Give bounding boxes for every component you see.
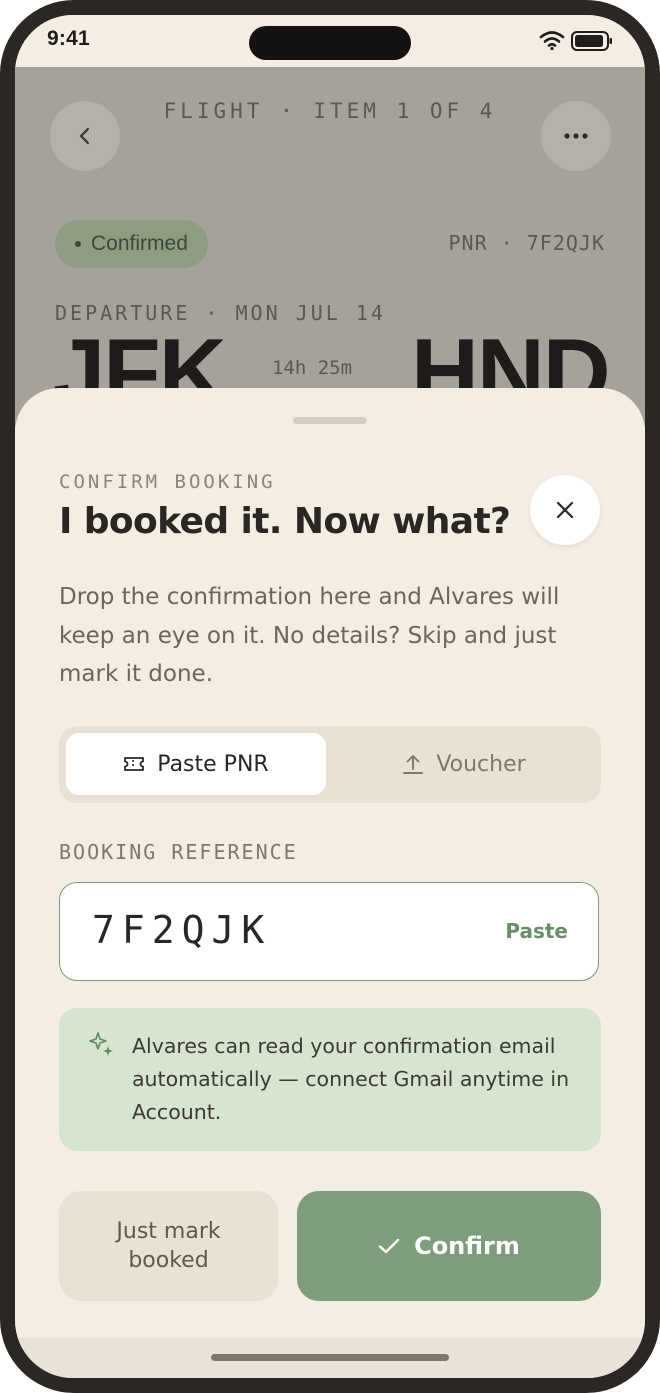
dynamic-island [249,26,411,60]
booking-reference-value: 7F2QJK [92,908,272,952]
home-indicator[interactable] [211,1354,449,1361]
ticket-icon [124,757,145,771]
just-mark-booked-label: Just mark booked [116,1219,221,1273]
confirm-booking-sheet: CONFIRM BOOKING I booked it. Now what? D… [15,388,645,1378]
tab-paste-pnr-label: Paste PNR [157,751,269,777]
sheet-description: Drop the confirmation here and Alvares w… [59,584,560,687]
wifi-icon [539,31,565,51]
tab-voucher-label: Voucher [436,751,526,777]
more-options-button[interactable] [541,101,611,171]
sheet-drag-handle[interactable] [293,417,367,424]
upload-icon [403,755,424,774]
tab-voucher[interactable]: Voucher [334,733,594,795]
status-dot-icon [75,241,81,247]
input-method-switcher: Paste PNR Voucher [59,726,601,803]
close-icon [556,501,574,519]
just-mark-booked-button[interactable]: Just mark booked [59,1191,278,1301]
chevron-left-icon [79,127,90,145]
status-badge: Confirmed [55,220,208,268]
status-time: 9:41 [47,27,90,50]
close-button[interactable] [530,475,600,545]
phone-frame: 9:41 FLIGHT · ITEM 1 OF 4 Confirmed PNR … [0,0,660,1393]
paste-button[interactable]: Paste [505,919,568,943]
flight-detail-background: FLIGHT · ITEM 1 OF 4 Confirmed PNR · 7F2… [15,67,645,427]
flight-duration: 14h 25m [271,357,353,379]
confirm-button[interactable]: Confirm [297,1191,601,1301]
screen: 9:41 FLIGHT · ITEM 1 OF 4 Confirmed PNR … [15,15,645,1378]
gmail-info-banner: Alvares can read your confirmation email… [59,1008,601,1151]
more-icon [564,133,588,139]
gmail-info-text: Alvares can read your confirmation email… [132,1034,570,1124]
status-badge-label: Confirmed [91,232,188,255]
booking-reference-label: BOOKING REFERENCE [59,840,298,864]
sparkle-icon [89,1032,113,1056]
pnr-label: PNR · 7F2QJK [448,231,605,255]
status-bar: 9:41 [15,15,645,67]
booking-reference-input[interactable]: 7F2QJK Paste [59,882,599,981]
battery-icon [571,31,612,51]
confirm-button-label: Confirm [414,1232,520,1260]
sheet-title: I booked it. Now what? [59,501,511,542]
sheet-eyebrow: CONFIRM BOOKING [59,471,276,493]
tab-paste-pnr[interactable]: Paste PNR [66,733,326,795]
checkmark-icon [378,1238,400,1254]
